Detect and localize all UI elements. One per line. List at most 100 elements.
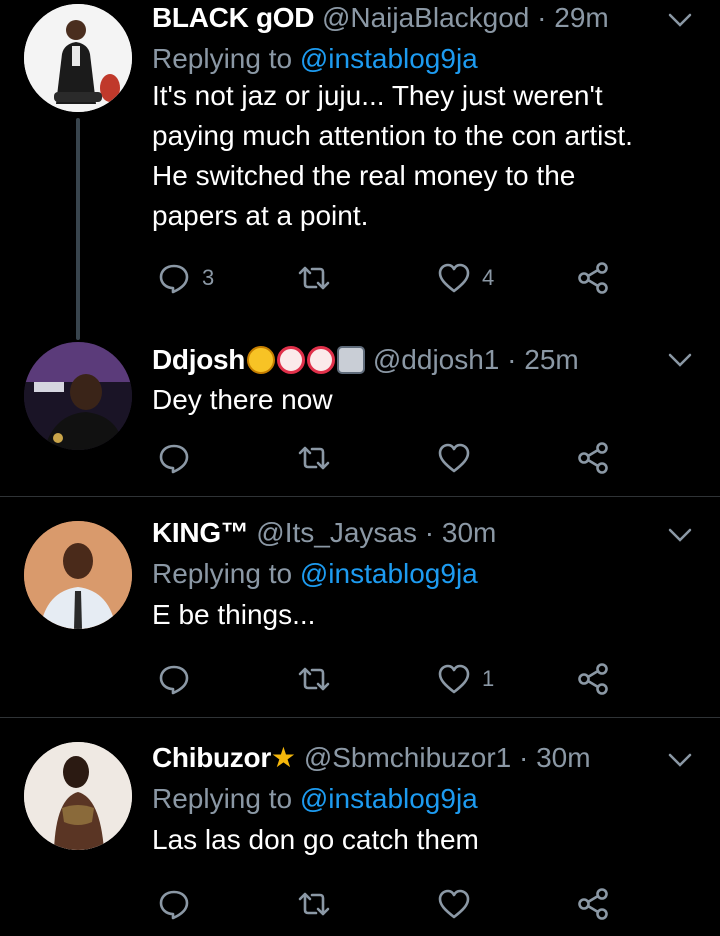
tweet-header: Ddjosh @ddjosh1 · 25m bbox=[152, 342, 700, 378]
avatar[interactable] bbox=[24, 742, 132, 850]
timestamp[interactable]: 30m bbox=[442, 517, 496, 548]
mention-link[interactable]: @instablog9ja bbox=[300, 558, 478, 589]
mention-link[interactable]: @instablog9ja bbox=[300, 43, 478, 74]
tweet-actions bbox=[152, 438, 632, 478]
display-name[interactable]: Chibuzor bbox=[152, 742, 271, 773]
like-count: 1 bbox=[482, 666, 495, 691]
replying-prefix: Replying to bbox=[152, 558, 300, 589]
chevron-down-icon[interactable] bbox=[666, 525, 694, 545]
tweet-text-line: It's not jaz or juju... They just weren'… bbox=[152, 80, 603, 111]
thread-line bbox=[76, 118, 80, 340]
retweet-icon bbox=[298, 892, 330, 916]
share-icon bbox=[578, 888, 608, 920]
share-icon bbox=[578, 663, 608, 695]
share-icon bbox=[578, 442, 608, 474]
tweet-text-line: Dey there now bbox=[152, 384, 333, 415]
retweet-button[interactable] bbox=[296, 884, 342, 924]
tweet-3[interactable]: KING™ @Its_Jaysas · 30m Replying to @ins… bbox=[0, 497, 720, 717]
share-button[interactable] bbox=[576, 258, 612, 298]
user-handle[interactable]: @ddjosh1 bbox=[373, 344, 500, 375]
retweet-icon bbox=[298, 667, 330, 691]
tweet-text: Dey there now bbox=[152, 380, 700, 420]
tweet-2[interactable]: Ddjosh @ddjosh1 · 25m Dey there now bbox=[0, 330, 720, 496]
robot-emoji bbox=[337, 346, 366, 374]
tweet-actions: 1 bbox=[152, 659, 632, 699]
reply-button[interactable] bbox=[156, 884, 202, 924]
retweet-icon bbox=[298, 266, 330, 290]
tweet-4[interactable]: Chibuzor★ @Sbmchibuzor1 · 30m Replying t… bbox=[0, 718, 720, 936]
tweet-text-line: papers at a point. bbox=[152, 200, 369, 231]
user-handle[interactable]: @Its_Jaysas bbox=[256, 517, 417, 548]
tweet-text-line: paying much attention to the con artist. bbox=[152, 120, 633, 151]
tweet-text-line: E be things... bbox=[152, 599, 316, 630]
user-handle[interactable]: @Sbmchibuzor1 bbox=[304, 742, 511, 773]
avatar-photo bbox=[24, 742, 132, 850]
avatar-photo bbox=[24, 521, 132, 629]
chevron-down-icon[interactable] bbox=[666, 750, 694, 770]
tweet-1[interactable]: BLACK gOD @NaijaBlackgod · 29m Replying … bbox=[0, 0, 720, 340]
reply-icon bbox=[159, 264, 189, 294]
tweet-header: Chibuzor★ @Sbmchibuzor1 · 30m bbox=[152, 740, 700, 776]
like-button[interactable]: 1 bbox=[436, 659, 494, 699]
separator-dot: · bbox=[529, 2, 555, 33]
replying-prefix: Replying to bbox=[152, 43, 300, 74]
reply-button[interactable]: 3 bbox=[156, 258, 214, 298]
share-button[interactable] bbox=[576, 884, 612, 924]
reply-icon bbox=[159, 444, 189, 474]
replying-to: Replying to @instablog9ja bbox=[152, 780, 700, 818]
heart-icon bbox=[438, 263, 470, 293]
avatar-photo bbox=[24, 4, 132, 112]
like-count: 4 bbox=[482, 265, 495, 290]
replying-prefix: Replying to bbox=[152, 783, 300, 814]
avatar-photo bbox=[24, 342, 132, 450]
tweet-header: BLACK gOD @NaijaBlackgod · 29m bbox=[152, 0, 700, 36]
like-button[interactable] bbox=[436, 884, 482, 924]
separator-dot: · bbox=[499, 344, 525, 375]
star-icon: ★ bbox=[270, 742, 297, 773]
chevron-down-icon[interactable] bbox=[666, 350, 694, 370]
reply-icon bbox=[159, 665, 189, 695]
like-button[interactable] bbox=[436, 438, 482, 478]
clown-face-emoji bbox=[277, 346, 306, 374]
display-name[interactable]: BLACK gOD bbox=[152, 2, 314, 33]
separator-dot: · bbox=[417, 517, 442, 548]
reply-button[interactable] bbox=[156, 659, 202, 699]
retweet-button[interactable] bbox=[296, 258, 342, 298]
tweet-text: It's not jaz or juju... They just weren'… bbox=[152, 76, 700, 236]
replying-to: Replying to @instablog9ja bbox=[152, 40, 700, 78]
timestamp[interactable]: 30m bbox=[536, 742, 590, 773]
separator-dot: · bbox=[511, 742, 537, 773]
heart-icon bbox=[438, 443, 470, 473]
timestamp[interactable]: 29m bbox=[554, 2, 608, 33]
retweet-icon bbox=[298, 446, 330, 470]
reply-count: 3 bbox=[202, 265, 215, 290]
reply-button[interactable] bbox=[156, 438, 202, 478]
tweet-text: Las las don go catch them bbox=[152, 820, 700, 860]
share-button[interactable] bbox=[576, 438, 612, 478]
tweet-actions bbox=[152, 884, 632, 924]
tweet-text-line: Las las don go catch them bbox=[152, 824, 479, 855]
share-icon bbox=[578, 262, 608, 294]
tweet-header: KING™ @Its_Jaysas · 30m bbox=[152, 515, 700, 551]
replying-to: Replying to @instablog9ja bbox=[152, 555, 700, 593]
avatar[interactable] bbox=[24, 521, 132, 629]
retweet-button[interactable] bbox=[296, 438, 342, 478]
avatar[interactable] bbox=[24, 4, 132, 112]
tweet-actions: 3 4 bbox=[152, 258, 632, 298]
clown-face-emoji bbox=[307, 346, 336, 374]
user-handle[interactable]: @NaijaBlackgod bbox=[322, 2, 529, 33]
like-button[interactable]: 4 bbox=[436, 258, 494, 298]
tweet-text: E be things... bbox=[152, 595, 700, 635]
share-button[interactable] bbox=[576, 659, 612, 699]
display-name[interactable]: KING™ bbox=[152, 517, 249, 548]
chevron-down-icon[interactable] bbox=[666, 10, 694, 30]
avatar[interactable] bbox=[24, 342, 132, 450]
mention-link[interactable]: @instablog9ja bbox=[300, 783, 478, 814]
heart-icon bbox=[438, 889, 470, 919]
timestamp[interactable]: 25m bbox=[524, 344, 578, 375]
reply-icon bbox=[159, 890, 189, 920]
retweet-button[interactable] bbox=[296, 659, 342, 699]
heart-icon bbox=[438, 664, 470, 694]
display-name[interactable]: Ddjosh bbox=[152, 344, 245, 375]
nerd-face-emoji bbox=[247, 346, 276, 374]
